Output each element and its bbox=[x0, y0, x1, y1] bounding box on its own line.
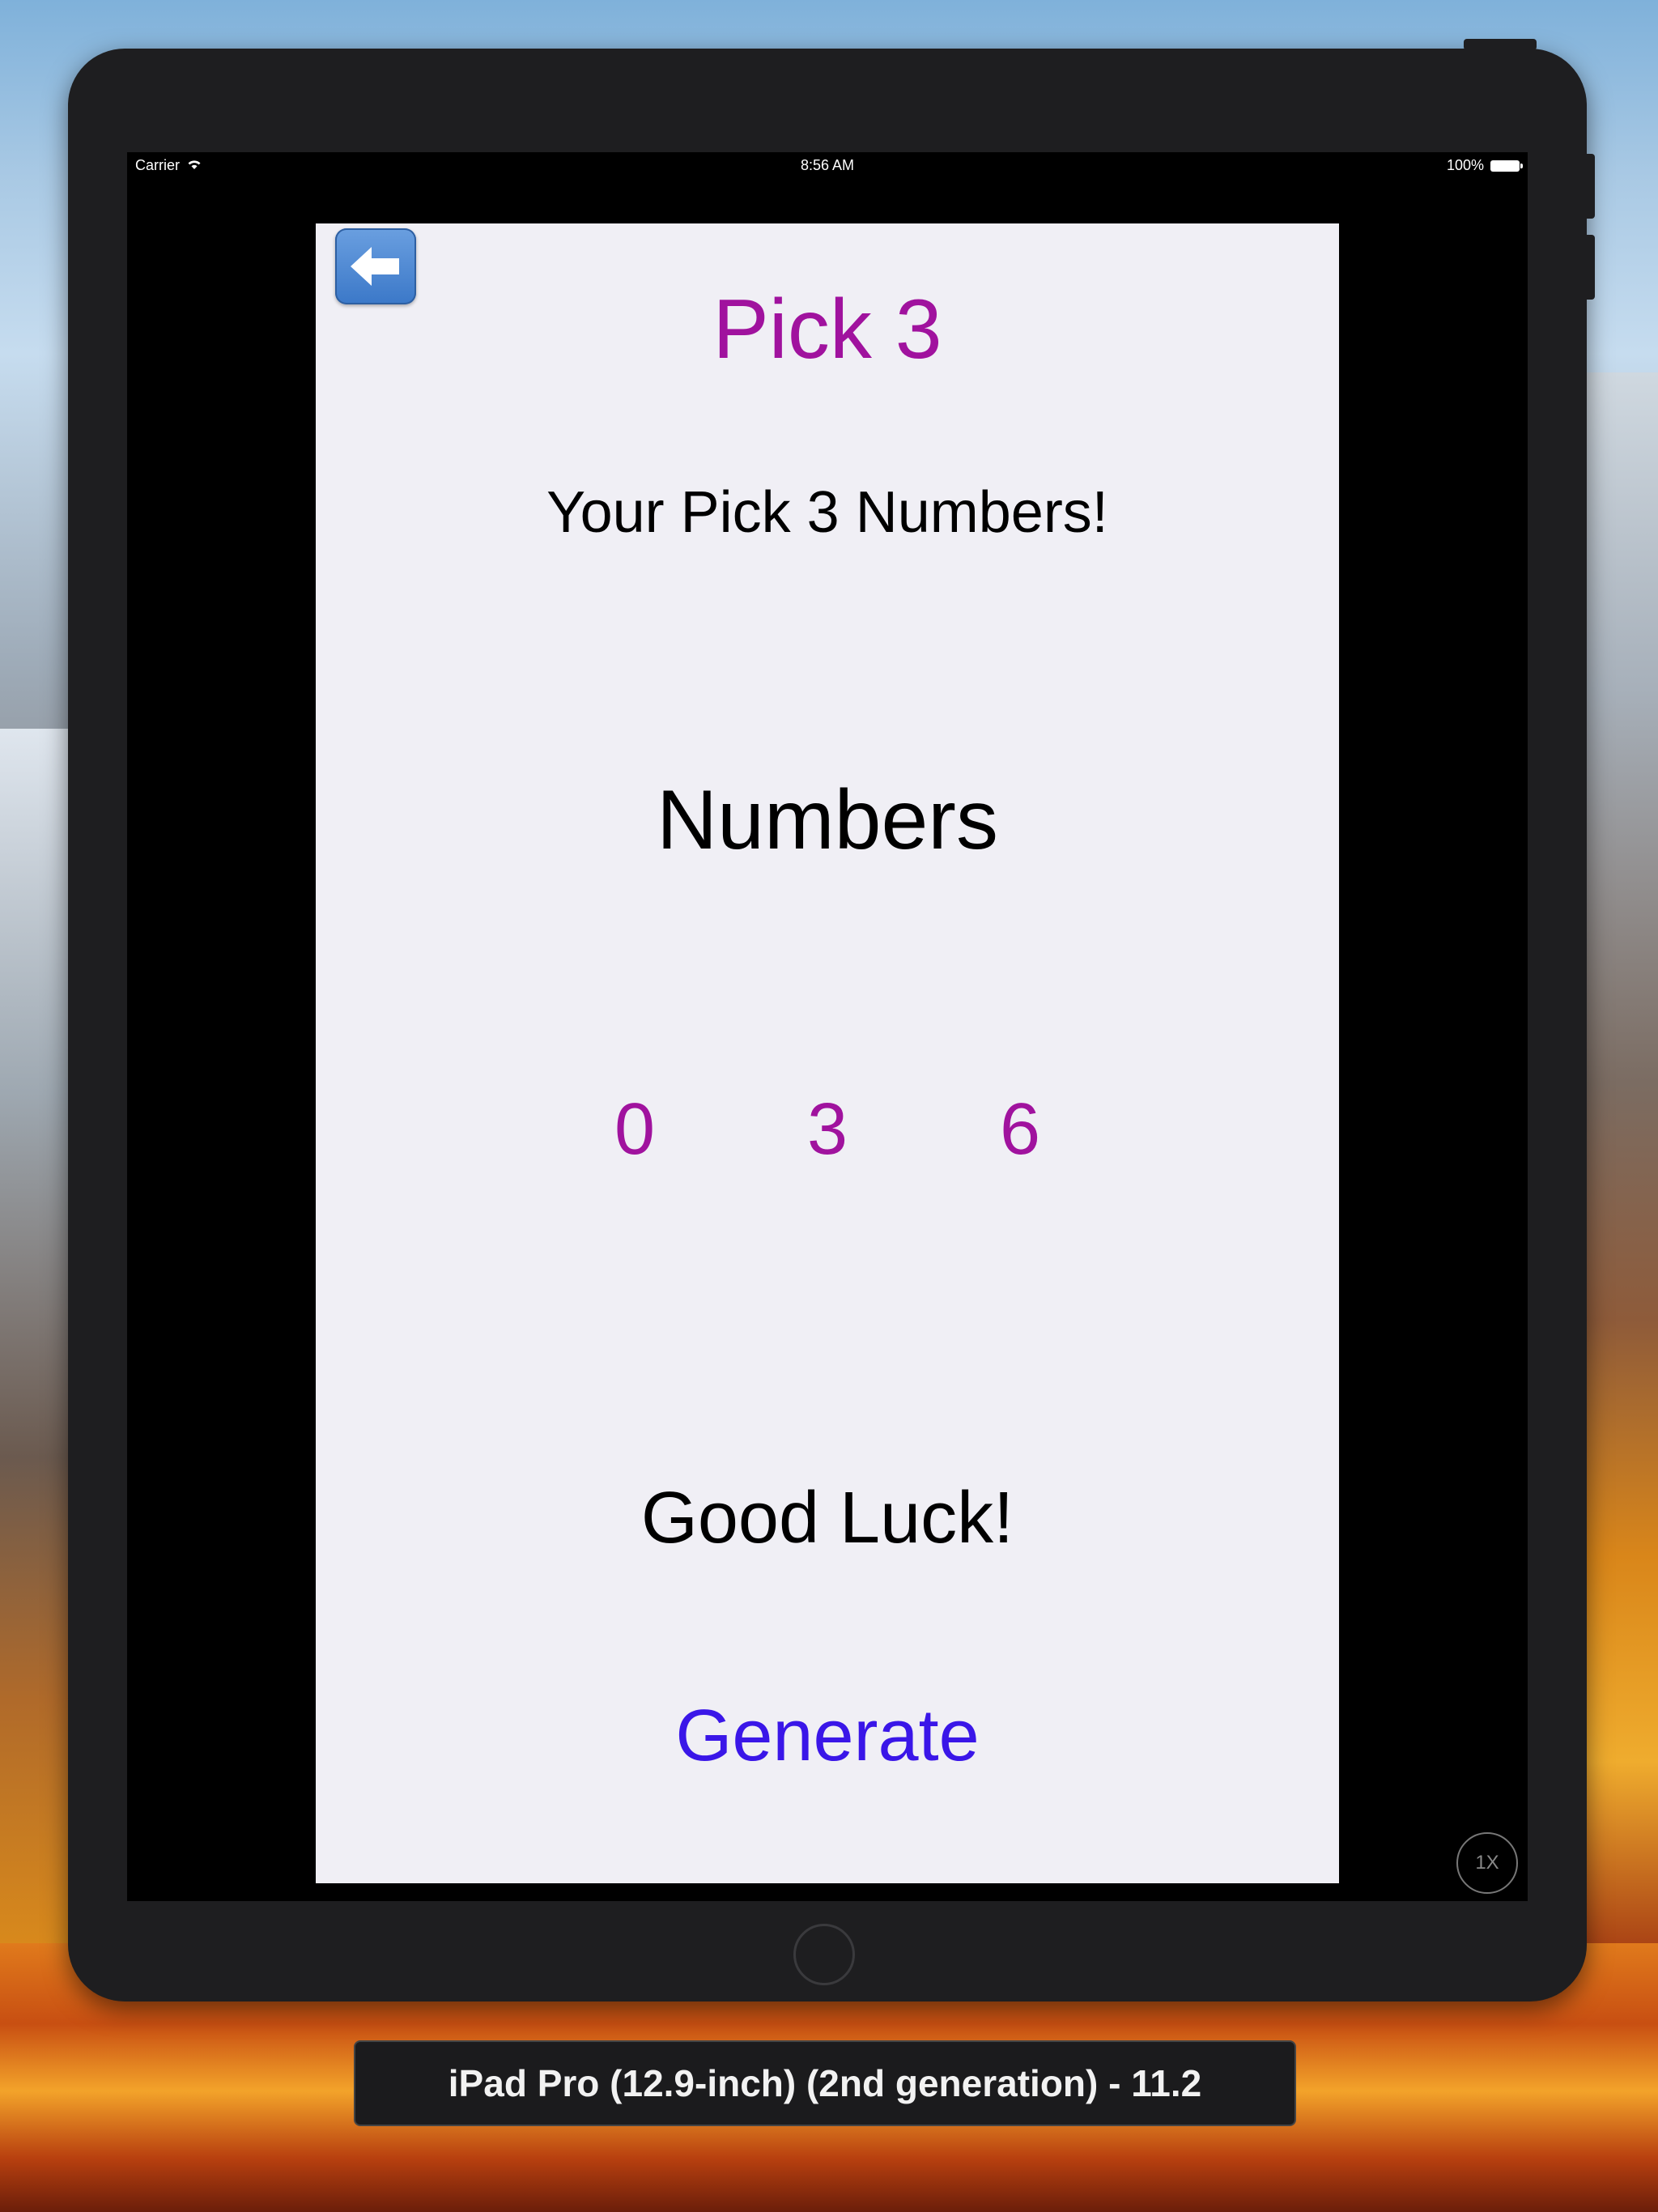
battery-percent: 100% bbox=[1446, 157, 1484, 173]
digit-1: 0 bbox=[614, 1089, 656, 1170]
volume-up-button bbox=[1584, 154, 1595, 219]
good-luck-label: Good Luck! bbox=[640, 1478, 1014, 1559]
top-button bbox=[1464, 39, 1537, 50]
status-bar: Carrier 8:56 AM 100% bbox=[127, 152, 1528, 181]
volume-down-button bbox=[1584, 235, 1595, 300]
battery-icon bbox=[1490, 160, 1523, 172]
status-time: 8:56 AM bbox=[800, 157, 855, 173]
scale-badge[interactable]: 1X bbox=[1456, 1832, 1518, 1894]
digit-3: 6 bbox=[999, 1089, 1041, 1170]
device-name-label: iPad Pro (12.9-inch) (2nd generation) - … bbox=[354, 2040, 1296, 2126]
subtitle-label: Your Pick 3 Numbers! bbox=[546, 480, 1108, 545]
wallpaper-mountain-right bbox=[1585, 372, 1658, 1951]
digit-2: 3 bbox=[806, 1089, 848, 1170]
status-right: 100% bbox=[1446, 157, 1523, 174]
page-title: Pick 3 bbox=[712, 283, 942, 376]
simulator-screen: Carrier 8:56 AM 100% Pick 3 Your Pick 3 … bbox=[127, 152, 1528, 1901]
app-view: Pick 3 Your Pick 3 Numbers! Numbers 0 3 … bbox=[316, 223, 1339, 1883]
generate-button[interactable]: Generate bbox=[625, 1687, 1030, 1784]
home-button[interactable] bbox=[793, 1924, 855, 1985]
numbers-heading: Numbers bbox=[657, 773, 998, 867]
